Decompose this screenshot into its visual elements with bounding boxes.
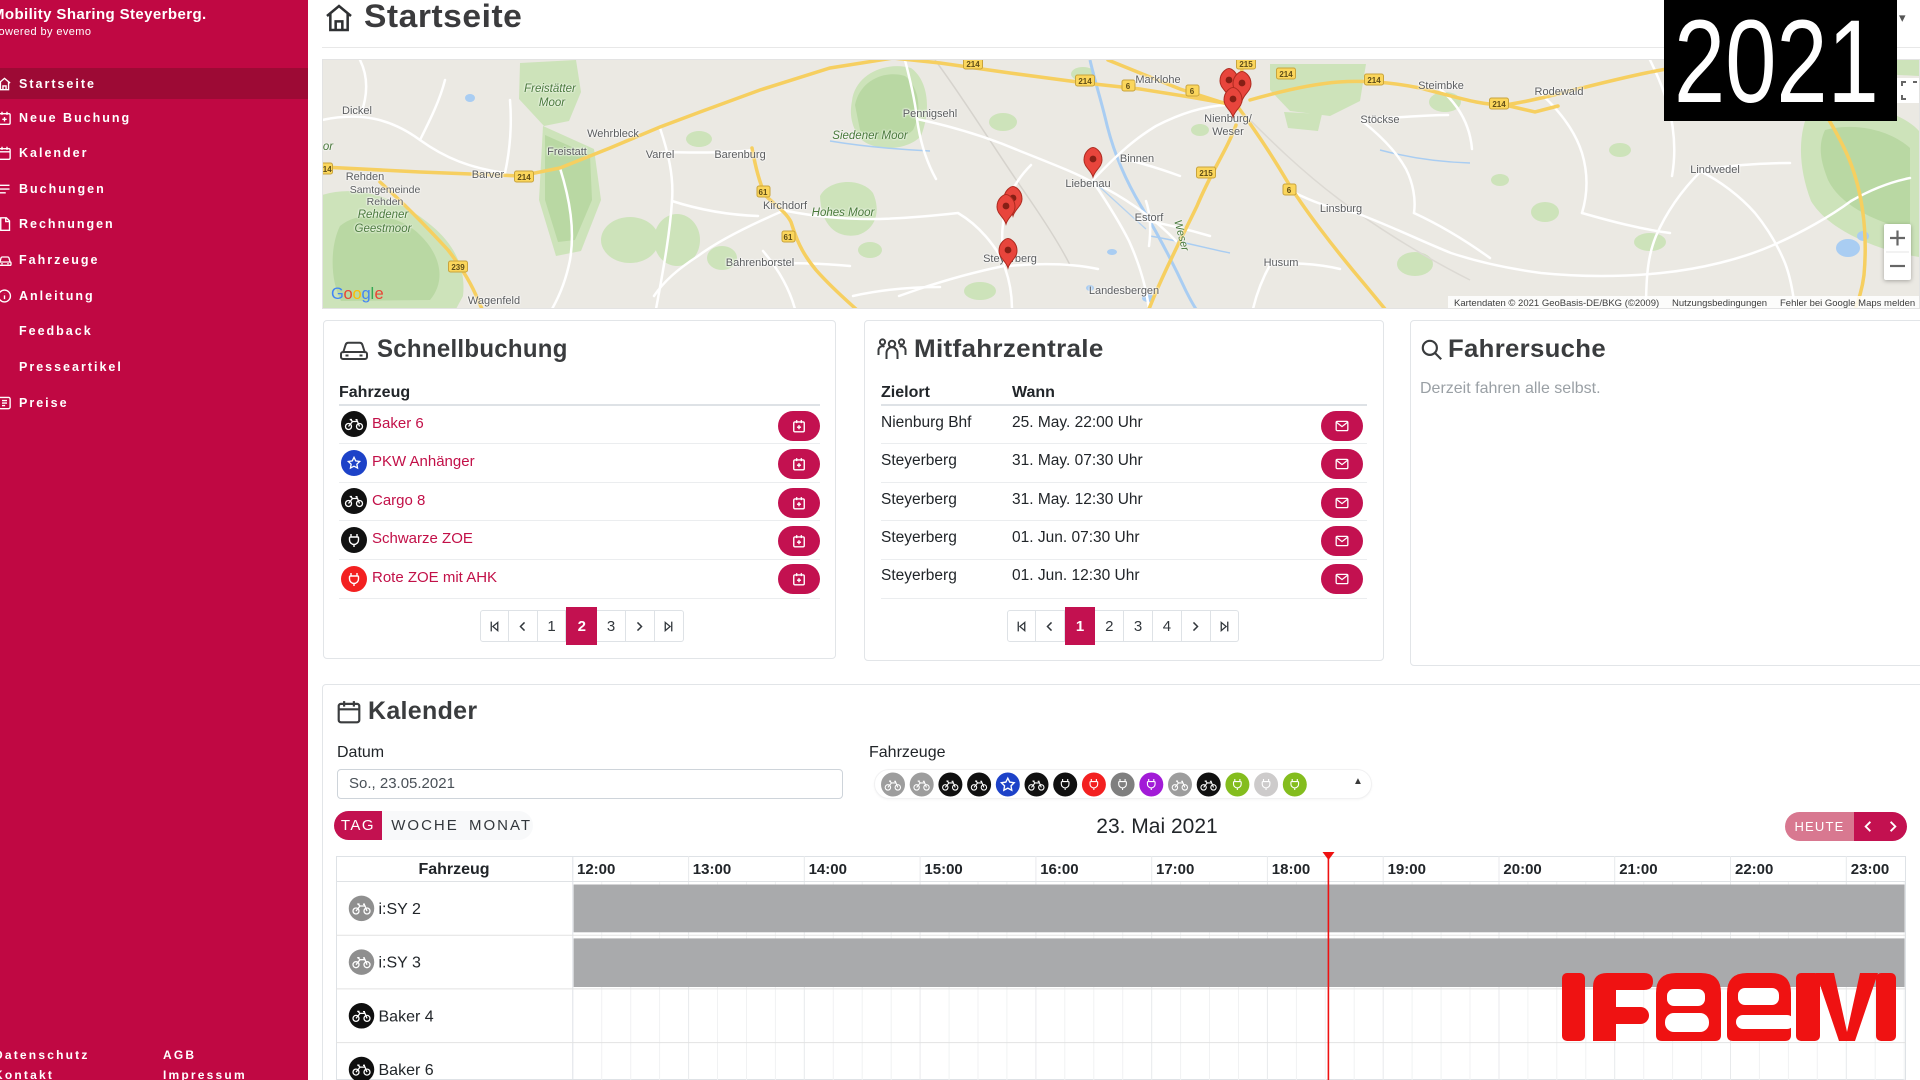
svg-text:23:00: 23:00 bbox=[1851, 861, 1889, 878]
svg-text:Wehrbleck: Wehrbleck bbox=[587, 128, 639, 140]
svg-text:Bahrenborstel: Bahrenborstel bbox=[726, 257, 795, 269]
svg-text:Steimbke: Steimbke bbox=[1418, 80, 1464, 92]
svg-text:14:00: 14:00 bbox=[809, 861, 847, 878]
svg-text:214: 214 bbox=[966, 60, 980, 69]
svg-text:Stöckse: Stöckse bbox=[1360, 114, 1399, 126]
svg-text:Nutzungsbedingungen: Nutzungsbedingungen bbox=[1672, 298, 1767, 308]
svg-text:Samtgemeinde: Samtgemeinde bbox=[350, 184, 421, 196]
svg-text:239: 239 bbox=[451, 263, 465, 272]
svg-text:214: 214 bbox=[1492, 100, 1506, 109]
svg-text:o: o bbox=[353, 285, 362, 303]
svg-text:Landesbergen: Landesbergen bbox=[1089, 285, 1159, 297]
svg-text:61: 61 bbox=[784, 233, 793, 242]
svg-text:Linsburg: Linsburg bbox=[1320, 203, 1362, 215]
svg-text:18:00: 18:00 bbox=[1272, 861, 1310, 878]
svg-text:Estorf: Estorf bbox=[1135, 212, 1165, 224]
svg-text:Lindwedel: Lindwedel bbox=[1690, 164, 1740, 176]
svg-text:Nienburg/: Nienburg/ bbox=[1204, 113, 1253, 125]
svg-text:6: 6 bbox=[1126, 82, 1131, 91]
svg-text:Liebenau: Liebenau bbox=[1065, 178, 1110, 190]
svg-text:17:00: 17:00 bbox=[1156, 861, 1194, 878]
svg-text:g: g bbox=[362, 285, 371, 303]
svg-text:o: o bbox=[344, 285, 353, 303]
svg-text:Rehden: Rehden bbox=[346, 171, 385, 183]
svg-text:Hohes Moor: Hohes Moor bbox=[812, 207, 876, 219]
svg-text:6: 6 bbox=[1190, 87, 1195, 96]
svg-text:Rehden: Rehden bbox=[367, 196, 404, 208]
svg-text:i:SY 3: i:SY 3 bbox=[379, 955, 422, 972]
svg-text:61: 61 bbox=[759, 188, 768, 197]
svg-text:Freistätter: Freistätter bbox=[524, 83, 577, 95]
svg-text:Kartendaten © 2021 GeoBasis-DE: Kartendaten © 2021 GeoBasis-DE/BKG (©200… bbox=[1454, 298, 1659, 308]
svg-text:214: 214 bbox=[1367, 76, 1381, 85]
svg-text:6: 6 bbox=[1287, 186, 1292, 195]
svg-text:21:00: 21:00 bbox=[1619, 861, 1657, 878]
svg-text:Baker 6: Baker 6 bbox=[379, 1062, 434, 1079]
svg-text:Barenburg: Barenburg bbox=[714, 149, 765, 161]
svg-text:Baker 4: Baker 4 bbox=[379, 1008, 434, 1025]
svg-text:Barver: Barver bbox=[472, 169, 505, 181]
svg-text:19:00: 19:00 bbox=[1388, 861, 1426, 878]
svg-text:i:SY 2: i:SY 2 bbox=[379, 901, 422, 918]
svg-text:214: 214 bbox=[1279, 70, 1293, 79]
svg-text:214: 214 bbox=[323, 165, 332, 174]
svg-text:Kirchdorf: Kirchdorf bbox=[763, 200, 808, 212]
svg-text:Wagenfeld: Wagenfeld bbox=[468, 295, 520, 307]
svg-text:Moor: Moor bbox=[539, 97, 566, 109]
svg-text:G: G bbox=[331, 285, 344, 303]
svg-text:12:00: 12:00 bbox=[577, 861, 615, 878]
svg-text:215: 215 bbox=[1239, 60, 1253, 69]
svg-text:or: or bbox=[323, 141, 334, 153]
svg-text:Pennigsehl: Pennigsehl bbox=[903, 108, 957, 120]
svg-text:Rodewald: Rodewald bbox=[1535, 86, 1584, 98]
svg-text:Fahrzeug: Fahrzeug bbox=[418, 861, 489, 878]
svg-text:l: l bbox=[371, 285, 374, 303]
svg-text:16:00: 16:00 bbox=[1040, 861, 1078, 878]
svg-text:13:00: 13:00 bbox=[693, 861, 731, 878]
svg-text:Marklohe: Marklohe bbox=[1135, 74, 1180, 86]
svg-text:214: 214 bbox=[517, 173, 531, 182]
svg-text:20:00: 20:00 bbox=[1503, 861, 1541, 878]
svg-text:Weser: Weser bbox=[1212, 126, 1244, 138]
svg-text:Dickel: Dickel bbox=[342, 105, 372, 117]
svg-text:Husum: Husum bbox=[1264, 257, 1299, 269]
svg-text:Varrel: Varrel bbox=[646, 149, 675, 161]
svg-text:215: 215 bbox=[1199, 169, 1213, 178]
svg-text:Freistatt: Freistatt bbox=[547, 146, 587, 158]
svg-text:Rehdener: Rehdener bbox=[358, 209, 410, 221]
svg-text:Siedener Moor: Siedener Moor bbox=[832, 130, 909, 142]
svg-text:e: e bbox=[375, 285, 384, 303]
svg-text:214: 214 bbox=[1078, 77, 1092, 86]
svg-text:Geestmoor: Geestmoor bbox=[355, 223, 413, 235]
svg-text:Fehler bei Google Maps melden: Fehler bei Google Maps melden bbox=[1780, 298, 1915, 308]
svg-text:22:00: 22:00 bbox=[1735, 861, 1773, 878]
svg-text:Binnen: Binnen bbox=[1120, 153, 1154, 165]
svg-text:15:00: 15:00 bbox=[924, 861, 962, 878]
